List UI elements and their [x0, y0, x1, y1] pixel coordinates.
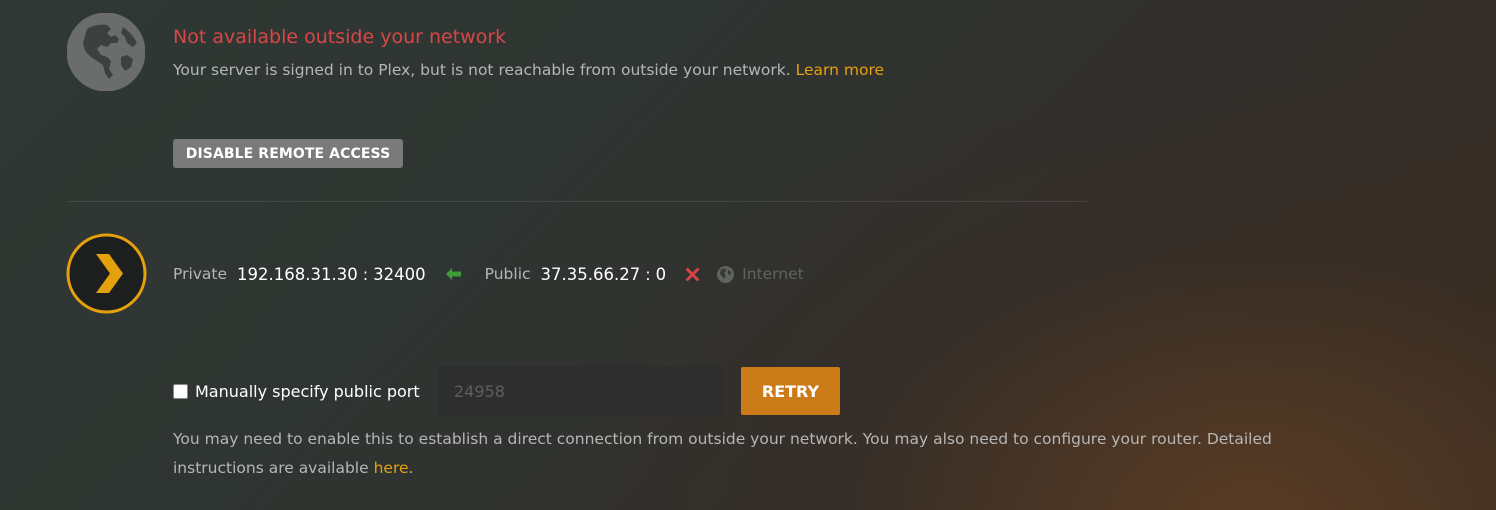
public-port: 0 — [655, 264, 667, 284]
retry-button[interactable]: RETRY — [741, 367, 840, 415]
private-label: Private — [173, 265, 228, 283]
public-label: Public — [484, 265, 531, 283]
manual-port-label[interactable]: Manually specify public port — [195, 382, 439, 401]
plex-logo — [66, 233, 147, 314]
help-text: You may need to enable this to establish… — [173, 425, 1353, 482]
section-divider — [67, 201, 1087, 202]
manual-port-checkbox[interactable] — [173, 383, 188, 399]
globe-icon — [66, 12, 146, 92]
private-ip: 192.168.31.30 — [237, 264, 358, 284]
learn-more-link[interactable]: Learn more — [796, 61, 884, 79]
public-ip: 37.35.66.27 — [540, 264, 641, 284]
arrow-left-icon — [445, 268, 461, 280]
disable-remote-access-button[interactable]: DISABLE REMOTE ACCESS — [173, 139, 403, 168]
private-port: 32400 — [373, 264, 426, 284]
status-description: Your server is signed in to Plex, but is… — [173, 61, 884, 79]
connection-status-row: Private 192.168.31.30 : 32400 Public 37.… — [173, 262, 804, 286]
status-title: Not available outside your network — [173, 26, 507, 48]
globe-small-icon — [717, 265, 735, 283]
private-separator: : — [362, 264, 369, 284]
close-icon — [686, 267, 700, 281]
public-separator: : — [645, 264, 651, 284]
internet-label: Internet — [742, 265, 804, 283]
manual-port-row: Manually specify public port RETRY — [173, 366, 840, 416]
instructions-here-link[interactable]: here — [374, 459, 409, 477]
public-port-input[interactable] — [439, 366, 723, 416]
status-description-text: Your server is signed in to Plex, but is… — [173, 61, 791, 79]
help-text-end: . — [408, 458, 414, 477]
help-text-body: You may need to enable this to establish… — [173, 430, 1272, 477]
